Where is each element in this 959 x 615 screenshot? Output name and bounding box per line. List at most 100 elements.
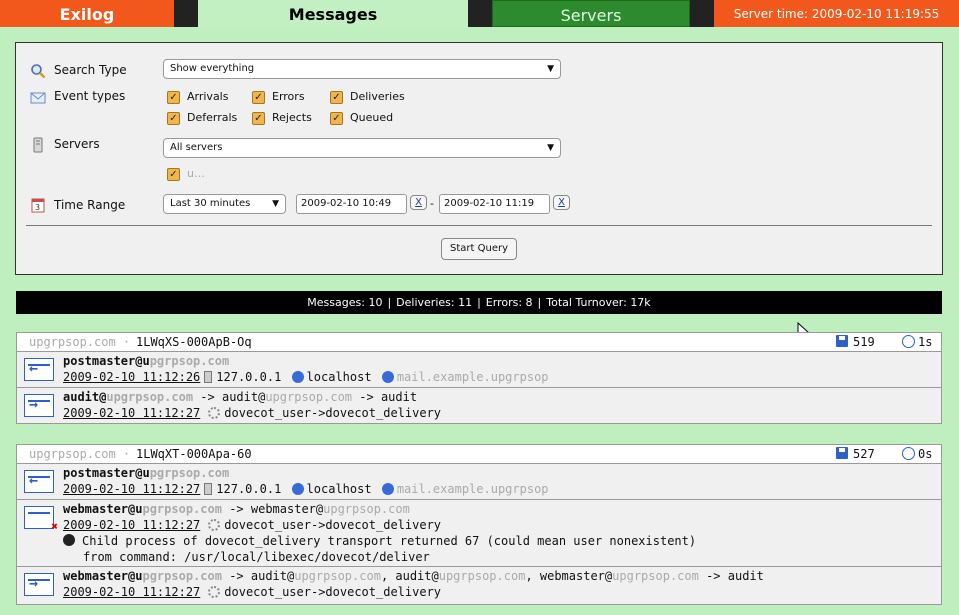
summary-messages: Messages: 10 (307, 296, 383, 309)
delivery-entry[interactable]: → audit@upgrpsop.com -> audit@upgrpsop.c… (17, 388, 941, 423)
stopwatch-icon (902, 335, 915, 348)
servers-label: Servers (54, 137, 100, 151)
error-command: from command: /usr/local/libexec/dovecot… (83, 550, 430, 564)
search-type-select[interactable]: Show everything ▼ (163, 59, 561, 79)
checkbox-deliveries[interactable]: ✓ Deliveries (330, 90, 405, 104)
tab-messages[interactable]: Messages (198, 0, 468, 27)
delivery-envelope-icon: → (24, 394, 54, 417)
error-details: 2009-02-10 11:12:27 dovecot_user->dovecot… (63, 518, 442, 532)
range-separator: - (430, 197, 434, 210)
globe-icon (291, 371, 304, 383)
arrival-sender: postmaster@upgrpsop.com (63, 354, 230, 368)
servers-select[interactable]: All servers ▼ (163, 138, 561, 158)
error-addresses: webmaster@upgrpsop.com -> webmaster@upgr… (63, 502, 410, 516)
error-timestamp[interactable]: 2009-02-10 11:12:27 (63, 518, 200, 532)
clear-to-button[interactable]: X (553, 195, 570, 210)
arrival-entry[interactable]: ← postmaster@upgrpsop.com 2009-02-10 11:… (17, 352, 941, 388)
checkmark-icon: ✓ (330, 111, 343, 125)
server-time: Server time: 2009-02-10 11:19:55 (714, 0, 959, 27)
message-size: 519 (836, 333, 875, 352)
servers-value: All servers (170, 142, 223, 153)
arrival-timestamp[interactable]: 2009-02-10 11:12:27 (63, 482, 200, 496)
query-panel: Search Type Show everything ▼ Event type… (15, 42, 943, 275)
checkbox-errors[interactable]: ✓ Errors (252, 90, 305, 104)
delivery-addresses: webmaster@upgrpsop.com -> audit@upgrpsop… (63, 569, 764, 583)
gear-icon (208, 407, 221, 419)
message-id[interactable]: 1LWqXS-000ApB-Oq (136, 333, 252, 352)
disk-icon (836, 335, 848, 347)
time-range-label: Time Range (54, 198, 126, 212)
message-id[interactable]: 1LWqXT-000Apa-60 (136, 445, 252, 464)
search-type-label: Search Type (54, 63, 127, 77)
arrival-details: 2009-02-10 11:12:26 127.0.0.1 localhost m… (63, 370, 549, 384)
search-type-value: Show everything (170, 63, 255, 74)
error-message: Child process of dovecot_delivery transp… (63, 534, 696, 548)
tab-servers[interactable]: Servers (492, 0, 690, 27)
checkmark-icon: ✓ (330, 90, 343, 104)
checkbox-rejects[interactable]: ✓ Rejects (252, 111, 312, 125)
top-nav: Exilog Messages Servers Server time: 200… (0, 0, 959, 27)
arrival-envelope-icon: ← (24, 470, 54, 493)
delivery-timestamp[interactable]: 2009-02-10 11:12:27 (63, 406, 200, 420)
delivery-addresses: audit@upgrpsop.com -> audit@upgrpsop.com… (63, 390, 418, 404)
summary-deliveries: Deliveries: 11 (396, 296, 473, 309)
server-icon (204, 371, 213, 383)
svg-text:3: 3 (35, 203, 40, 212)
checkmark-icon: ✓ (167, 167, 180, 181)
checkbox-queued[interactable]: ✓ Queued (330, 111, 393, 125)
checkbox-deferrals[interactable]: ✓ Deferrals (167, 111, 237, 125)
message-size: 527 (836, 445, 875, 464)
start-query-button[interactable]: Start Query (441, 238, 517, 260)
dropdown-arrow-icon: ▼ (272, 199, 279, 209)
summary-bar: Messages: 10 | Deliveries: 11 | Errors: 8 | To… (16, 291, 942, 314)
clear-from-button[interactable]: X (410, 195, 427, 210)
checkbox-arrivals[interactable]: ✓ Arrivals (167, 90, 228, 104)
helo-icon (381, 483, 394, 495)
to-time-input[interactable]: 2009-02-10 11:19 (439, 194, 550, 214)
arrival-envelope-icon: ← (24, 358, 54, 381)
message-duration: 0s (902, 445, 932, 464)
checkmark-icon: ✓ (252, 111, 265, 125)
dropdown-arrow-icon: ▼ (547, 143, 554, 153)
arrival-sender: postmaster@upgrpsop.com (63, 466, 230, 480)
arrival-timestamp[interactable]: 2009-02-10 11:12:26 (63, 370, 200, 384)
checkmark-icon: ✓ (167, 111, 180, 125)
message-duration: 1s (902, 333, 932, 352)
message-header[interactable]: upgrpsop.com · 1LWqXT-000Apa-60 527 0s (17, 445, 941, 464)
globe-icon (291, 483, 304, 495)
dropdown-arrow-icon: ▼ (547, 64, 554, 74)
from-time-input[interactable]: 2009-02-10 10:49 (296, 194, 407, 214)
message-group: upgrpsop.com · 1LWqXS-000ApB-Oq 519 1s ←… (16, 332, 942, 424)
checkmark-icon: ✓ (252, 90, 265, 104)
message-host: upgrpsop.com · (29, 447, 131, 461)
server-icon (30, 137, 46, 153)
delivery-timestamp[interactable]: 2009-02-10 11:12:27 (63, 585, 200, 599)
checkbox-server[interactable]: ✓ u… (167, 167, 205, 181)
error-envelope-icon: ✖ (24, 506, 58, 533)
arrival-entry[interactable]: ← postmaster@upgrpsop.com 2009-02-10 11:… (17, 464, 941, 500)
divider (26, 225, 932, 226)
calendar-icon: 3 (30, 197, 46, 213)
delivery-details: 2009-02-10 11:12:27 dovecot_user->dovecot… (63, 585, 442, 599)
checkmark-icon: ✓ (167, 90, 180, 104)
gear-icon (208, 586, 221, 598)
event-types-label: Event types (54, 89, 126, 103)
time-range-select[interactable]: Last 30 minutes ▼ (163, 194, 286, 214)
helo-icon (381, 371, 394, 383)
delivery-entry[interactable]: → webmaster@upgrpsop.com -> audit@upgrps… (17, 567, 941, 603)
stopwatch-icon (902, 447, 915, 460)
message-header[interactable]: upgrpsop.com · 1LWqXS-000ApB-Oq 519 1s (17, 333, 941, 352)
bomb-icon (63, 534, 75, 546)
envelope-icon (30, 90, 46, 106)
time-range-value: Last 30 minutes (170, 198, 251, 209)
summary-turnover: Total Turnover: 17k (546, 296, 651, 309)
gear-icon (208, 519, 221, 531)
error-entry[interactable]: ✖ webmaster@upgrpsop.com -> webmaster@up… (17, 500, 941, 567)
arrival-details: 2009-02-10 11:12:27 127.0.0.1 localhost m… (63, 482, 549, 496)
magnifier-icon (30, 63, 46, 79)
brand-logo[interactable]: Exilog (0, 0, 174, 27)
message-host: upgrpsop.com · (29, 335, 131, 349)
message-group: upgrpsop.com · 1LWqXT-000Apa-60 527 0s ←… (16, 444, 942, 605)
disk-icon (836, 447, 848, 459)
server-icon (204, 483, 213, 495)
